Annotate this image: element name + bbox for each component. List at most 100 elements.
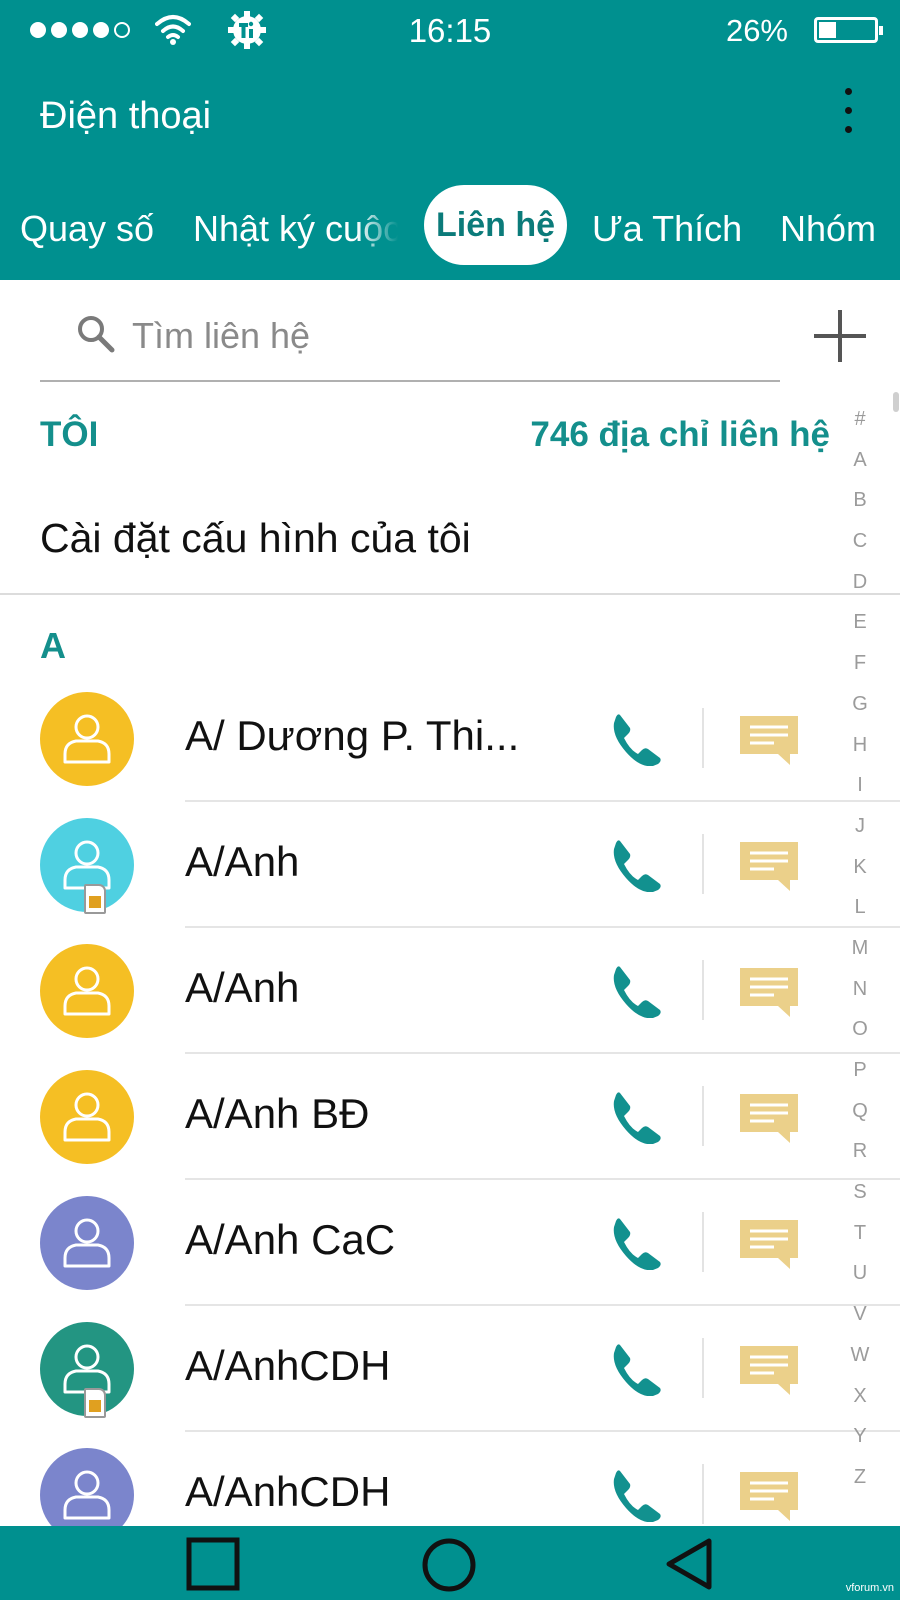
separator [702, 834, 704, 894]
tab-contacts[interactable]: Liên hệ [424, 185, 568, 265]
contact-name: A/Anh CaC [185, 1216, 396, 1263]
status-bar: 16:15 26% [0, 0, 900, 60]
contact-row[interactable]: A/AnhCDH [0, 1306, 900, 1432]
phone-icon[interactable] [610, 1216, 662, 1270]
person-icon [63, 714, 111, 764]
index-letter[interactable]: W [840, 1344, 880, 1385]
contact-name: A/AnhCDH [185, 1468, 391, 1515]
person-icon [63, 1218, 111, 1268]
avatar [40, 1070, 134, 1164]
sim-card-icon [84, 1388, 106, 1418]
back-button[interactable] [662, 1536, 716, 1592]
contact-row[interactable]: A/Anh BĐ [0, 1054, 900, 1180]
index-letter[interactable]: C [840, 530, 880, 571]
message-icon[interactable] [738, 1092, 800, 1144]
phone-icon[interactable] [610, 1468, 662, 1522]
section-header: A [40, 625, 66, 666]
recent-apps-button[interactable] [185, 1536, 241, 1592]
index-letter[interactable]: D [840, 571, 880, 612]
phone-icon[interactable] [610, 838, 662, 892]
contact-row[interactable]: A/ Dương P. Thi... [0, 676, 900, 802]
person-icon [63, 1092, 111, 1142]
me-header: TÔI 746 địa chỉ liên hệ [40, 415, 830, 465]
avatar [40, 818, 134, 914]
avatar [40, 1322, 134, 1418]
message-icon[interactable] [738, 840, 800, 892]
avatar [40, 944, 134, 1038]
index-letter[interactable]: G [840, 693, 880, 734]
me-label: TÔI [40, 415, 99, 454]
person-icon [63, 966, 111, 1016]
phone-icon[interactable] [610, 1342, 662, 1396]
tab-call-log[interactable]: Nhật ký cuộc gọi [193, 208, 398, 250]
navigation-bar: vforum.vn [0, 1526, 900, 1600]
index-letter[interactable]: S [840, 1181, 880, 1222]
index-letter[interactable]: X [840, 1385, 880, 1426]
index-letter[interactable]: P [840, 1059, 880, 1100]
index-letter[interactable]: N [840, 978, 880, 1019]
search-bar [40, 300, 780, 382]
separator [702, 960, 704, 1020]
index-letter[interactable]: M [840, 937, 880, 978]
phone-icon[interactable] [610, 964, 662, 1018]
battery-icon [814, 17, 883, 43]
index-letter[interactable]: V [840, 1303, 880, 1344]
index-letter[interactable]: U [840, 1262, 880, 1303]
home-button[interactable] [420, 1536, 478, 1594]
message-icon[interactable] [738, 966, 800, 1018]
contact-name: A/Anh [185, 964, 300, 1011]
index-letter[interactable]: Y [840, 1425, 880, 1466]
phone-icon[interactable] [610, 712, 662, 766]
contact-name: A/Anh BĐ [185, 1090, 370, 1137]
my-profile-settings[interactable]: Cài đặt cấu hình của tôi [40, 515, 471, 562]
index-letter[interactable]: K [840, 856, 880, 897]
separator [702, 1086, 704, 1146]
index-letter[interactable]: O [840, 1018, 880, 1059]
avatar [40, 1196, 134, 1290]
person-icon [63, 1470, 111, 1520]
index-letter[interactable]: # [840, 408, 880, 449]
add-contact-icon[interactable] [812, 308, 868, 364]
index-letter[interactable]: F [840, 652, 880, 693]
message-icon[interactable] [738, 1218, 800, 1270]
index-letter[interactable]: R [840, 1140, 880, 1181]
search-icon [78, 316, 115, 353]
contact-name: A/ Dương P. Thi... [185, 712, 520, 759]
divider [0, 593, 900, 595]
search-input[interactable] [130, 300, 734, 372]
index-letter[interactable]: B [840, 489, 880, 530]
avatar [40, 692, 134, 786]
contact-row[interactable]: A/Anh [0, 802, 900, 928]
contact-count: 746 địa chỉ liên hệ [530, 415, 830, 454]
message-icon[interactable] [738, 1470, 800, 1522]
message-icon[interactable] [738, 1344, 800, 1396]
more-options-icon[interactable] [836, 88, 860, 148]
contact-row[interactable]: A/Anh CaC [0, 1180, 900, 1306]
watermark: vforum.vn [845, 1582, 894, 1594]
separator [702, 1464, 704, 1524]
app-bar: Điện thoại [0, 60, 900, 180]
index-letter[interactable]: I [840, 774, 880, 815]
alphabet-index[interactable]: # A B C D E F G H I J K L M N O P Q R S T U V W X Y Z [840, 408, 880, 1507]
sim-card-icon [84, 884, 106, 914]
battery-percentage: 26% [725, 13, 788, 48]
message-icon[interactable] [738, 714, 800, 766]
scrollbar[interactable] [893, 392, 899, 412]
index-letter[interactable]: A [840, 449, 880, 490]
tab-dialer[interactable]: Quay số [20, 208, 154, 250]
index-letter[interactable]: Z [840, 1466, 880, 1507]
contact-row[interactable]: A/Anh [0, 928, 900, 1054]
index-letter[interactable]: Q [840, 1100, 880, 1141]
app-title: Điện thoại [40, 95, 212, 137]
tab-bar: Quay số Nhật ký cuộc gọi Liên hệ Ưa Thíc… [0, 180, 900, 280]
index-letter[interactable]: J [840, 815, 880, 856]
index-letter[interactable]: L [840, 896, 880, 937]
contact-name: A/Anh [185, 838, 300, 885]
index-letter[interactable]: T [840, 1222, 880, 1263]
tab-groups[interactable]: Nhóm [780, 208, 876, 250]
index-letter[interactable]: E [840, 611, 880, 652]
tab-favorites[interactable]: Ưa Thích [592, 208, 742, 250]
phone-icon[interactable] [610, 1090, 662, 1144]
index-letter[interactable]: H [840, 734, 880, 775]
contact-name: A/AnhCDH [185, 1342, 391, 1389]
